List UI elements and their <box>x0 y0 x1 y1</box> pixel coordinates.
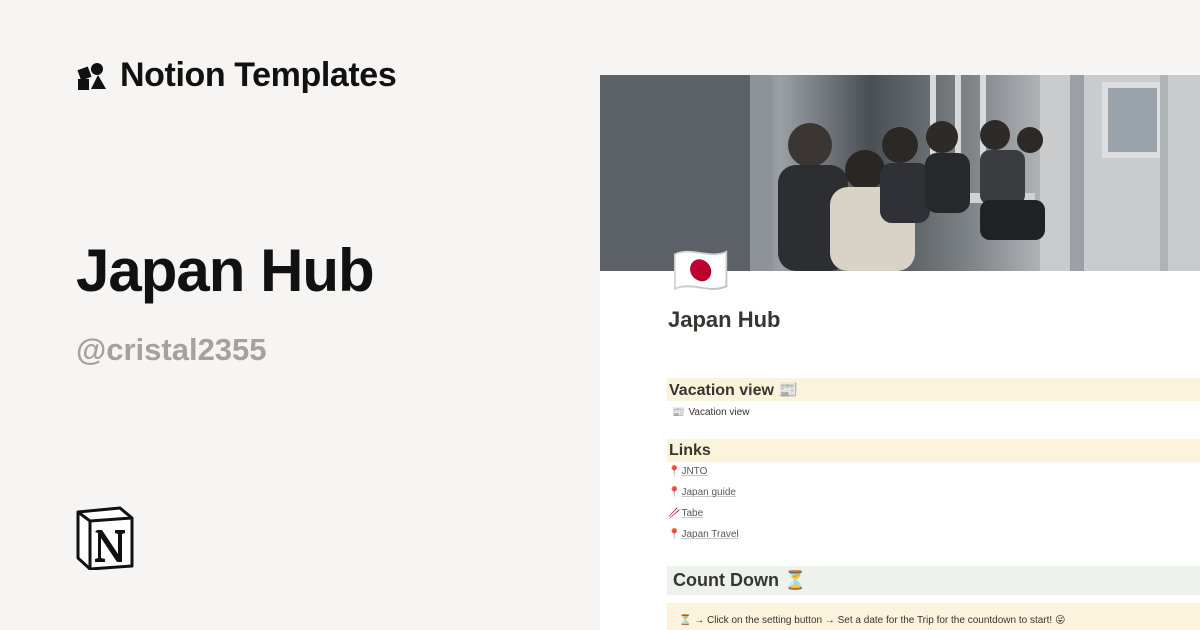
link-japan-guide[interactable]: 📍 Japan guide <box>668 487 736 498</box>
author-handle: @cristal2355 <box>76 332 267 367</box>
countdown-tip: ⏳ → Click on the setting button → Set a … <box>667 603 1200 630</box>
link-label: Japan Travel <box>681 529 739 540</box>
page-preview: 🇯🇵 Japan Hub Vacation view 📰 📰 Vacation … <box>600 75 1200 630</box>
countdown-heading: Count Down ⏳ <box>667 566 1200 595</box>
link-japan-travel[interactable]: 📍 Japan Travel <box>668 529 739 540</box>
cover-photo <box>600 75 1200 271</box>
link-label: Japan guide <box>681 487 736 498</box>
newspaper-icon: 📰 <box>672 407 685 418</box>
vacation-view-label: Vacation view <box>688 407 750 418</box>
notion-logo-icon <box>76 506 134 570</box>
pin-icon: 📍 <box>668 529 681 540</box>
links-heading: Links <box>667 439 1200 462</box>
link-tabe[interactable]: 🥢 Tabe <box>668 508 703 519</box>
pin-icon: 📍 <box>668 466 681 477</box>
shapes-logo-icon <box>77 62 106 90</box>
page-title: Japan Hub <box>668 307 781 332</box>
brand-header: Notion Templates <box>76 56 397 95</box>
vacation-view-link[interactable]: 📰 Vacation view <box>672 407 749 418</box>
pin-icon: 📍 <box>668 487 681 498</box>
vacation-heading: Vacation view 📰 <box>667 378 1200 401</box>
link-label: JNTO <box>681 466 708 477</box>
link-label: Tabe <box>681 508 704 519</box>
chopsticks-icon: 🥢 <box>668 508 681 519</box>
cover-image <box>600 75 1200 271</box>
brand-name: Notion Templates <box>120 56 397 94</box>
page-icon: 🇯🇵 <box>672 244 730 296</box>
hero-title: Japan Hub <box>76 237 375 304</box>
link-jnto[interactable]: 📍 JNTO <box>668 466 707 477</box>
